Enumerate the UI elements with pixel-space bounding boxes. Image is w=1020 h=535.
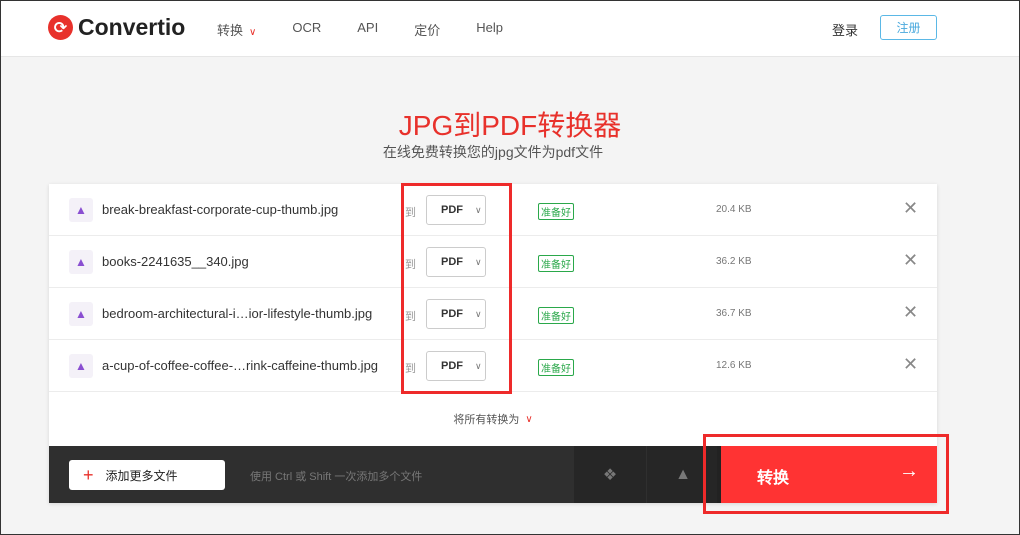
image-file-icon: ▲	[69, 354, 93, 378]
dropbox-icon[interactable]: ❖	[574, 446, 646, 503]
convertio-logo-icon: ⟳	[48, 15, 73, 40]
nav: 转换 ∨ OCR API 定价 Help	[217, 20, 503, 39]
close-icon[interactable]: ✕	[903, 354, 918, 375]
status-badge: 准备好	[538, 359, 574, 376]
plus-icon: +	[83, 464, 94, 485]
nav-api[interactable]: API	[357, 20, 378, 39]
logo[interactable]: ⟳ Convertio	[48, 14, 185, 41]
file-name: a-cup-of-coffee-coffee-…rink-caffeine-th…	[102, 358, 379, 373]
signup-button[interactable]: 注册	[880, 15, 937, 40]
page-title: JPG到PDF转换器	[398, 110, 622, 141]
chevron-down-icon: ∨	[525, 413, 533, 425]
status-badge: 准备好	[538, 203, 574, 220]
file-name: books-2241635__340.jpg	[102, 254, 249, 269]
status-badge: 准备好	[538, 307, 574, 324]
nav-help[interactable]: Help	[476, 20, 503, 39]
close-icon[interactable]: ✕	[903, 198, 918, 219]
logo-text: Convertio	[78, 14, 186, 40]
chevron-down-icon: ∨	[249, 27, 257, 38]
close-icon[interactable]: ✕	[903, 302, 918, 323]
nav-ocr[interactable]: OCR	[292, 20, 321, 39]
nav-pricing[interactable]: 定价	[414, 20, 440, 39]
image-file-icon: ▲	[69, 302, 93, 326]
file-name: bedroom-architectural-i…ior-lifestyle-th…	[102, 306, 373, 321]
file-size: 36.2 KB	[716, 256, 752, 267]
close-icon[interactable]: ✕	[903, 250, 918, 271]
status-badge: 准备好	[538, 255, 574, 272]
annotation-box-format	[401, 183, 512, 394]
header: ⟳ Convertio 转换 ∨ OCR API 定价 Help 登录 注册	[1, 1, 1019, 57]
file-size: 12.6 KB	[716, 360, 752, 371]
add-more-files-button[interactable]: + 添加更多文件	[69, 460, 225, 490]
file-name: break-breakfast-corporate-cup-thumb.jpg	[102, 202, 339, 217]
page-subtitle: 在线免费转换您的jpg文件为pdf文件	[382, 144, 604, 160]
file-size: 20.4 KB	[716, 204, 752, 215]
login-link[interactable]: 登录	[832, 20, 858, 39]
image-file-icon: ▲	[69, 198, 93, 222]
file-size: 36.7 KB	[716, 308, 752, 319]
nav-convert[interactable]: 转换 ∨	[217, 20, 256, 39]
image-file-icon: ▲	[69, 250, 93, 274]
annotation-box-convert	[703, 434, 949, 514]
hint-text: 使用 Ctrl 或 Shift 一次添加多个文件	[250, 471, 423, 483]
